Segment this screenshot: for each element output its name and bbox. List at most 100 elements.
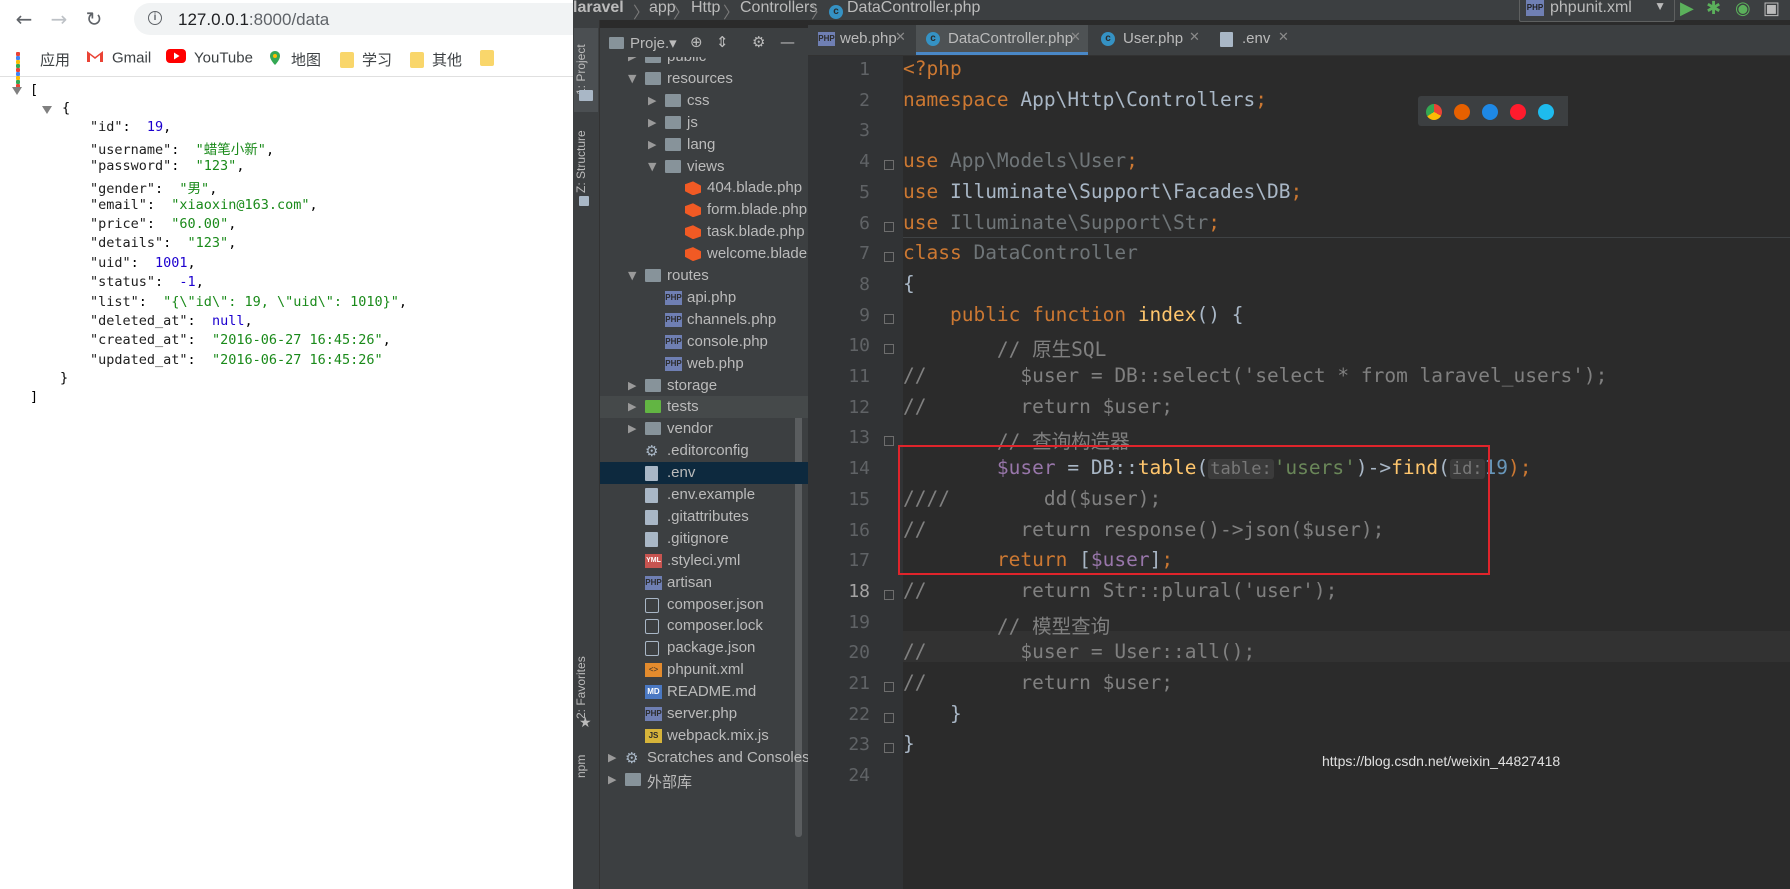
editor-tab[interactable]: c DataController.php ✕ (916, 25, 1088, 55)
collapse-array-toggle[interactable] (12, 87, 22, 95)
line-number[interactable]: 8 (808, 274, 870, 295)
tree-item[interactable]: ▼ routes (600, 265, 808, 287)
line-number[interactable]: 18 (808, 581, 870, 602)
bookmark-gmail[interactable]: Gmail (86, 49, 151, 69)
collapsed-arrow-icon[interactable]: ▶ (628, 418, 636, 440)
tree-item[interactable]: ▶ css (600, 90, 808, 112)
line-number[interactable]: 4 (808, 151, 870, 172)
tree-item[interactable]: PHP web.php (600, 353, 808, 375)
gear-icon[interactable]: ⚙ (752, 33, 765, 51)
code-line[interactable]: } (903, 732, 915, 755)
project-view-select[interactable]: Proje.▾ (630, 34, 677, 52)
line-number[interactable]: 22 (808, 704, 870, 725)
bookmark-folder-other[interactable]: 其他 (410, 49, 462, 69)
code-line[interactable]: // 模型查询 (903, 610, 1110, 639)
tree-item[interactable]: package.json (600, 637, 808, 659)
tree-item[interactable]: <> phpunit.xml (600, 659, 808, 681)
tree-item[interactable]: ⚙ .editorconfig (600, 440, 808, 462)
line-number[interactable]: 19 (808, 612, 870, 633)
tree-item[interactable]: ▶ ⚙ Scratches and Consoles (600, 747, 808, 769)
forward-button[interactable]: → (46, 6, 72, 32)
tree-item[interactable]: ▼ views (600, 156, 808, 178)
tool-tab-npm[interactable]: npm (574, 746, 598, 786)
collapsed-arrow-icon[interactable]: ▶ (628, 375, 636, 397)
tree-item[interactable]: ▶ storage (600, 375, 808, 397)
code-line[interactable]: // return $user; (903, 671, 1173, 694)
collapse-object-toggle[interactable] (42, 106, 52, 114)
line-number[interactable]: 6 (808, 213, 870, 234)
fold-marker-icon[interactable] (884, 682, 894, 692)
tree-item[interactable]: task.blade.php (600, 221, 808, 243)
line-number[interactable]: 16 (808, 520, 870, 541)
tree-item[interactable]: PHP api.php (600, 287, 808, 309)
line-number[interactable]: 5 (808, 182, 870, 203)
expanded-arrow-icon[interactable]: ▼ (628, 265, 636, 287)
tree-item[interactable]: MD README.md (600, 681, 808, 703)
collapsed-arrow-icon[interactable]: ▶ (608, 769, 616, 791)
line-number[interactable]: 3 (808, 120, 870, 141)
tree-item[interactable]: .gitattributes (600, 506, 808, 528)
editor-tab[interactable]: c User.php ✕ (1091, 25, 1207, 55)
safari-icon[interactable] (1482, 104, 1498, 120)
collapsed-arrow-icon[interactable]: ▶ (648, 112, 656, 134)
fold-marker-icon[interactable] (884, 589, 894, 600)
tree-item[interactable]: composer.lock (600, 615, 808, 637)
line-number[interactable]: 21 (808, 673, 870, 694)
breadcrumb-item[interactable]: Controllers (740, 0, 817, 17)
bookmark-folder-study[interactable]: 学习 (340, 49, 392, 69)
close-tab-icon[interactable]: ✕ (895, 30, 906, 45)
fold-marker-icon[interactable] (884, 436, 894, 447)
tool-tab-structure[interactable]: Z: Structure (574, 122, 598, 202)
tree-item[interactable]: PHP channels.php (600, 309, 808, 331)
code-line[interactable]: // return Str::plural('user'); (903, 579, 1337, 602)
tree-item[interactable]: PHP artisan (600, 572, 808, 594)
hide-icon[interactable]: — (780, 33, 795, 51)
bookmark-folder-more[interactable] (480, 49, 502, 69)
line-number[interactable]: 17 (808, 550, 870, 571)
tree-item[interactable]: form.blade.php (600, 199, 808, 221)
editor-tab[interactable]: PHP web.php ✕ (808, 25, 913, 55)
debug-icon[interactable]: ✱ (1706, 0, 1721, 19)
close-tab-icon[interactable]: ✕ (1189, 30, 1200, 45)
firefox-icon[interactable] (1454, 104, 1470, 120)
line-number[interactable]: 2 (808, 90, 870, 111)
code-line[interactable]: // $user = User::all(); (903, 640, 1255, 663)
tree-item[interactable]: YML .styleci.yml (600, 550, 808, 572)
code-line[interactable]: use App\Models\User; (903, 149, 1138, 172)
line-number[interactable]: 1 (808, 59, 870, 80)
line-number[interactable]: 14 (808, 458, 870, 479)
back-button[interactable]: ← (11, 6, 37, 32)
tree-item[interactable]: PHP server.php (600, 703, 808, 725)
tree-item[interactable]: ▶ 外部库 (600, 769, 808, 791)
fold-marker-icon[interactable] (884, 344, 894, 355)
code-line[interactable]: use Illuminate\Support\Facades\DB; (903, 180, 1302, 203)
code-line[interactable]: // 原生SQL (903, 333, 1106, 362)
bookmark-apps[interactable]: 应用 (16, 49, 70, 88)
code-line[interactable]: { (903, 272, 915, 295)
url-text[interactable]: 127.0.0.1:8000/data (178, 10, 329, 30)
fold-marker-icon[interactable] (884, 712, 894, 723)
code-line[interactable]: // $user = DB::select('select * from lar… (903, 364, 1607, 387)
coverage-icon[interactable]: ◉ (1735, 0, 1751, 19)
run-icon[interactable]: ▶ (1680, 0, 1694, 19)
breadcrumb-item[interactable]: DataController.php (847, 0, 980, 17)
tree-item[interactable]: ▶ vendor (600, 418, 808, 440)
bookmark-youtube[interactable]: YouTube (166, 49, 253, 69)
tree-item[interactable]: ▶ lang (600, 134, 808, 156)
site-info-icon[interactable]: i (148, 11, 162, 25)
line-number[interactable]: 24 (808, 765, 870, 786)
line-number[interactable]: 13 (808, 427, 870, 448)
tree-item[interactable]: 404.blade.php (600, 177, 808, 199)
line-number[interactable]: 23 (808, 734, 870, 755)
tree-item[interactable]: .env (600, 462, 808, 485)
line-number[interactable]: 11 (808, 366, 870, 387)
line-number[interactable]: 9 (808, 305, 870, 326)
breadcrumb-item[interactable]: laravel (573, 0, 624, 17)
run-config-select[interactable]: PHP phpunit.xml ▼ (1519, 0, 1675, 22)
tree-item[interactable]: composer.json (600, 594, 808, 616)
fold-marker-icon[interactable] (884, 313, 894, 324)
line-number[interactable]: 12 (808, 397, 870, 418)
editor-tab[interactable]: .env ✕ (1210, 25, 1296, 55)
expanded-arrow-icon[interactable]: ▼ (648, 156, 656, 178)
collapsed-arrow-icon[interactable]: ▶ (628, 57, 636, 68)
